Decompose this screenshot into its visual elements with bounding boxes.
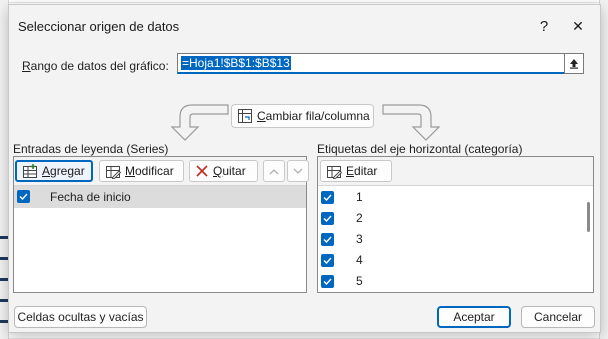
row-marker bbox=[0, 278, 8, 281]
row-marker bbox=[0, 236, 8, 239]
horizontal-axis-labels-pane: Editar 1 2 3 4 5 bbox=[317, 156, 594, 293]
edit-categories-button[interactable]: Editar bbox=[320, 160, 392, 182]
category-list-item[interactable]: 5 bbox=[318, 271, 578, 292]
row-marker bbox=[0, 320, 8, 323]
row-marker bbox=[0, 299, 8, 302]
row-marker bbox=[0, 257, 8, 260]
checkmark-icon bbox=[323, 215, 332, 222]
category-list-item[interactable]: 2 bbox=[318, 208, 578, 229]
chart-data-range-input[interactable]: =Hoja1!$B$1:$B$13 bbox=[177, 53, 573, 74]
range-label-mnemonic: R bbox=[22, 59, 31, 73]
checkmark-icon bbox=[19, 193, 28, 200]
remove-series-label: Quitar bbox=[213, 164, 246, 178]
add-series-button[interactable]: Agregar bbox=[15, 160, 93, 182]
legend-entries-pane: Agregar Modificar Quitar Fecha de inicio bbox=[13, 156, 309, 293]
add-series-icon bbox=[23, 163, 37, 178]
left-swap-arrow-icon bbox=[170, 104, 229, 141]
switch-row-column-button[interactable]: Cambiar fila/columna bbox=[231, 104, 374, 128]
category-checkbox[interactable] bbox=[321, 233, 334, 246]
edit-categories-label: Editar bbox=[346, 164, 377, 178]
category-label: 5 bbox=[356, 274, 363, 288]
edit-categories-icon bbox=[327, 165, 342, 179]
cancel-button[interactable]: Cancelar bbox=[521, 306, 595, 328]
category-checkbox[interactable] bbox=[321, 254, 334, 267]
edit-mnemonic: M bbox=[125, 164, 135, 178]
category-label: 3 bbox=[356, 232, 363, 246]
accept-button[interactable]: Aceptar bbox=[437, 306, 511, 328]
move-up-button[interactable] bbox=[263, 160, 285, 182]
chevron-down-icon bbox=[293, 168, 303, 174]
switch-label-text: ambiar fila/columna bbox=[265, 109, 370, 123]
series-checkbox[interactable] bbox=[17, 190, 30, 203]
collapse-arrow-icon bbox=[570, 59, 578, 69]
series-list-item[interactable]: Fecha de inicio bbox=[14, 186, 306, 208]
series-toolbar: Agregar Modificar Quitar bbox=[14, 157, 309, 186]
checkmark-icon bbox=[323, 257, 332, 264]
chevron-up-icon bbox=[269, 168, 279, 174]
add-series-label: Agregar bbox=[42, 164, 85, 178]
remove-series-button[interactable]: Quitar bbox=[189, 160, 258, 182]
category-toolbar: Editar bbox=[318, 157, 593, 186]
checkmark-icon bbox=[323, 236, 332, 243]
category-label: 4 bbox=[356, 253, 363, 267]
collapse-dialog-button[interactable] bbox=[564, 53, 584, 74]
hidden-and-empty-cells-button[interactable]: Celdas ocultas y vacías bbox=[14, 306, 147, 328]
edit-categories-mnemonic: E bbox=[346, 164, 355, 178]
edit-series-icon bbox=[106, 165, 121, 179]
chart-data-range-label: Rango de datos del gráfico: bbox=[22, 59, 169, 73]
dialog-title: Seleccionar origen de datos bbox=[18, 19, 180, 34]
category-label: 2 bbox=[356, 211, 363, 225]
edit-series-button[interactable]: Modificar bbox=[99, 160, 184, 182]
category-label: 1 bbox=[356, 190, 363, 204]
checkmark-icon bbox=[323, 278, 332, 285]
move-down-button[interactable] bbox=[287, 160, 309, 182]
range-value: =Hoja1!$B$1:$B$13 bbox=[181, 56, 291, 70]
edit-label-text: odificar bbox=[135, 164, 174, 178]
edit-series-label: Modificar bbox=[125, 164, 174, 178]
horizontal-axis-labels-title: Etiquetas del eje horizontal (categoría) bbox=[317, 142, 523, 156]
switch-row-column-icon bbox=[238, 109, 252, 123]
close-button[interactable]: ✕ bbox=[562, 13, 594, 39]
help-button[interactable]: ? bbox=[528, 13, 560, 39]
remove-x-icon bbox=[196, 165, 208, 177]
edit-categories-text: ditar bbox=[354, 164, 378, 178]
category-scrollbar[interactable] bbox=[587, 202, 590, 232]
category-list-item[interactable]: 3 bbox=[318, 229, 578, 250]
category-checkbox[interactable] bbox=[321, 212, 334, 225]
remove-label-text: uitar bbox=[222, 164, 246, 178]
range-label-text: ango de datos del gráfico: bbox=[30, 59, 169, 73]
category-checkbox[interactable] bbox=[321, 275, 334, 288]
checkmark-icon bbox=[323, 194, 332, 201]
series-name: Fecha de inicio bbox=[50, 190, 131, 204]
legend-entries-title: Entradas de leyenda (Series) bbox=[13, 142, 169, 156]
title-bar: Seleccionar origen de datos ? ✕ bbox=[9, 5, 600, 45]
category-checkbox[interactable] bbox=[321, 191, 334, 204]
select-data-source-dialog: Seleccionar origen de datos ? ✕ Rango de… bbox=[8, 4, 601, 333]
remove-mnemonic: Q bbox=[213, 164, 223, 178]
right-swap-arrow-icon bbox=[382, 104, 441, 141]
switch-mnemonic: C bbox=[257, 109, 266, 123]
category-list-item[interactable]: 1 bbox=[318, 187, 578, 208]
add-mnemonic: A bbox=[42, 164, 51, 178]
switch-row-column-label: Cambiar fila/columna bbox=[257, 109, 370, 123]
category-list-item[interactable]: 4 bbox=[318, 250, 578, 271]
add-label-text: gregar bbox=[50, 164, 85, 178]
